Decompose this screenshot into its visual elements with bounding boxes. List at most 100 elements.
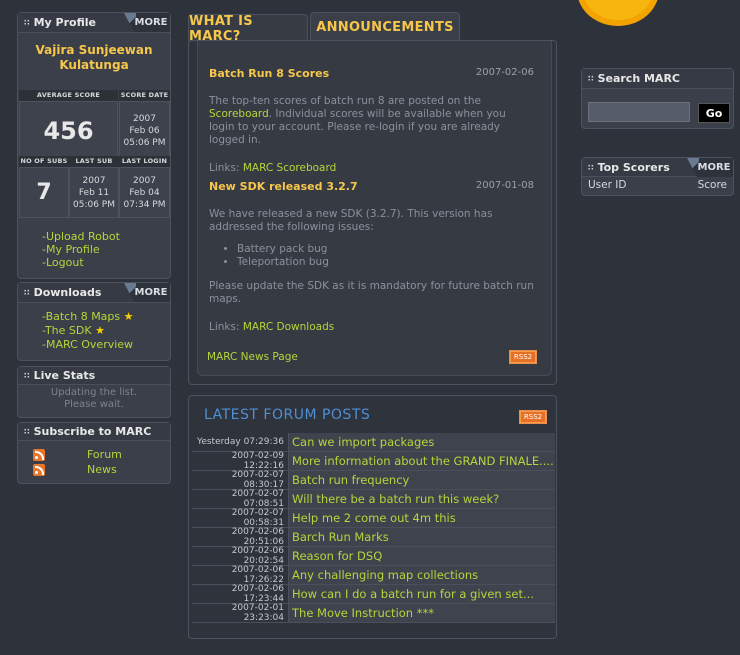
bullet-icon: ∷ (588, 162, 593, 172)
score-column: Score (697, 179, 727, 191)
forum-post-row[interactable]: 2007-02-07 07:08:51 Will there be a batch… (192, 489, 555, 509)
subscribe-links: Forum News (33, 447, 122, 477)
news-feed-link[interactable]: News (87, 463, 117, 476)
search-input[interactable] (588, 102, 690, 122)
post-title-link[interactable]: Can we import packages (288, 433, 555, 451)
subscribe-header: ∷ Subscribe to MARC (18, 423, 170, 441)
forum-post-row[interactable]: Yesterday 07:29:36 Can we import packages (192, 433, 555, 452)
score-date-year: 2007 (133, 114, 156, 124)
subscribe-title: Subscribe to MARC (33, 425, 152, 438)
forum-feed-link[interactable]: Forum (87, 448, 122, 461)
forum-post-list: Yesterday 07:29:36 Can we import packages… (189, 433, 558, 623)
post-title-link[interactable]: Barch Run Marks (288, 528, 555, 546)
subs-value: 7 (36, 180, 52, 205)
marc-downloads-link[interactable]: MARC Downloads (243, 321, 334, 333)
search-header: ∷ Search MARC (582, 69, 733, 89)
live-stats-title: Live Stats (33, 369, 96, 382)
live-stats-line-2: Please wait. (64, 399, 124, 410)
top-scorers-header: ∷ Top Scorers MORE (582, 158, 733, 177)
live-stats-header: ∷ Live Stats (18, 367, 170, 385)
upload-robot-link[interactable]: -Upload Robot (42, 230, 120, 243)
top-scorers-more-button[interactable]: MORE (687, 158, 733, 177)
last-login-day: Feb 04 (129, 188, 160, 198)
the-sdk-link[interactable]: -The SDK (42, 324, 92, 337)
scoreboard-link[interactable]: Scoreboard (209, 108, 269, 120)
downloads-header: ∷ Downloads MORE (18, 283, 170, 303)
links-label: Links: (209, 162, 243, 174)
forum-post-row[interactable]: 2007-02-06 17:26:22 Any challenging map c… (192, 565, 555, 585)
profile-panel: ∷ My Profile MORE Vajira Sunjeewan Kulat… (17, 12, 171, 279)
rss-feed-icon (33, 464, 45, 476)
forum-post-row[interactable]: 2007-02-09 12:22:16 More information abou… (192, 451, 555, 471)
post-timestamp: 2007-02-07 07:08:51 (231, 489, 284, 509)
post-timestamp: 2007-02-01 23:23:04 (231, 603, 284, 623)
news-bullet: Teleportation bug (237, 256, 534, 269)
post-title-link[interactable]: Help me 2 come out 4m this (288, 509, 555, 527)
post-timestamp: 2007-02-07 00:58:31 (231, 508, 284, 528)
score-date-day: Feb 06 (129, 126, 160, 136)
downloads-panel: ∷ Downloads MORE -Batch 8 Maps ★ -The SD… (17, 282, 171, 361)
news-date: 2007-02-06 (475, 67, 534, 78)
last-login-time: 07:34 PM (123, 200, 166, 210)
avg-score-cell: 456 (19, 101, 118, 161)
forum-post-row[interactable]: 2007-02-07 08:30:17 Batch run frequency (192, 470, 555, 490)
forum-post-row[interactable]: 2007-02-06 20:02:54 Reason for DSQ (192, 546, 555, 566)
search-go-button[interactable]: Go (698, 103, 730, 123)
news-body: We have released a new SDK (3.2.7). This… (209, 208, 493, 233)
marc-scoreboard-link[interactable]: MARC Scoreboard (243, 162, 336, 174)
post-timestamp: 2007-02-06 17:23:44 (231, 584, 284, 604)
post-title-link[interactable]: Any challenging map collections (288, 566, 555, 584)
last-sub-time: 05:06 PM (73, 200, 115, 210)
bullet-icon: ∷ (24, 371, 29, 380)
links-label: Links: (209, 321, 243, 333)
post-timestamp: 2007-02-09 12:22:16 (231, 451, 284, 471)
news-date: 2007-01-08 (475, 180, 534, 191)
post-title-link[interactable]: Will there be a batch run this week? (288, 490, 555, 508)
live-stats-panel: ∷ Live Stats Updating the list. Please w… (17, 366, 171, 418)
last-login-label: LAST LOGIN (119, 156, 170, 167)
tab-what-is-marc[interactable]: WHAT IS MARC? (188, 14, 308, 44)
post-timestamp: 2007-02-06 20:51:06 (231, 527, 284, 547)
post-title-link[interactable]: More information about the GRAND FINALE.… (288, 452, 555, 470)
marc-overview-link[interactable]: -MARC Overview (42, 338, 133, 351)
post-title-link[interactable]: Reason for DSQ (288, 547, 555, 565)
forum-panel: LATEST FORUM POSTS RSS2 Yesterday 07:29:… (188, 395, 557, 639)
batch-8-maps-link[interactable]: -Batch 8 Maps (42, 310, 120, 323)
subs-cell: 7 (19, 167, 69, 218)
my-profile-link[interactable]: -My Profile (42, 243, 120, 256)
profile-header: ∷ My Profile MORE (18, 13, 170, 33)
score-date-cell: 2007 Feb 06 05:06 PM (119, 101, 170, 161)
news-text: The top-ten scores of batch run 8 are po… (209, 95, 481, 107)
score-date-label: SCORE DATE (119, 90, 170, 101)
subscribe-panel: ∷ Subscribe to MARC Forum News (17, 422, 171, 484)
forum-post-row[interactable]: 2007-02-01 23:23:04 The Move Instruction … (192, 603, 555, 623)
bullet-icon: ∷ (24, 18, 29, 27)
score-date-time: 05:06 PM (123, 138, 166, 148)
live-stats-line-1: Updating the list. (50, 387, 138, 398)
profile-name: Vajira Sunjeewan Kulatunga (35, 43, 153, 72)
news-rss-button[interactable]: RSS2 (509, 350, 537, 364)
profile-more-button[interactable]: MORE (124, 13, 170, 32)
forum-post-row[interactable]: 2007-02-06 20:51:06 Barch Run Marks (192, 527, 555, 547)
news-body: The top-ten scores of batch run 8 are po… (209, 95, 534, 147)
bullet-icon: ∷ (24, 427, 29, 436)
post-timestamp: Yesterday 07:29:36 (197, 437, 284, 447)
forum-title: LATEST FORUM POSTS (204, 407, 371, 423)
downloads-more-button[interactable]: MORE (124, 283, 170, 302)
user-id-column: User ID (588, 179, 627, 191)
avg-score-label: AVERAGE SCORE (19, 90, 118, 101)
bullet-icon: ∷ (24, 288, 29, 297)
tab-announcements[interactable]: ANNOUNCEMENTS (310, 12, 460, 42)
news-page-link[interactable]: MARC News Page (207, 351, 298, 363)
forum-post-row[interactable]: 2007-02-07 00:58:31 Help me 2 come out 4m… (192, 508, 555, 528)
forum-post-row[interactable]: 2007-02-06 17:23:44 How can I do a batch … (192, 584, 555, 604)
forum-rss-button[interactable]: RSS2 (519, 410, 547, 424)
last-sub-year: 2007 (82, 176, 106, 186)
logout-link[interactable]: -Logout (42, 256, 120, 269)
star-icon: ★ (123, 310, 134, 323)
post-title-link[interactable]: How can I do a batch run for a given set… (288, 585, 555, 603)
live-stats-status: Updating the list. Please wait. (18, 385, 170, 411)
post-title-link[interactable]: Batch run frequency (288, 471, 555, 489)
post-timestamp: 2007-02-06 20:02:54 (231, 546, 284, 566)
post-title-link[interactable]: The Move Instruction *** (288, 604, 555, 622)
